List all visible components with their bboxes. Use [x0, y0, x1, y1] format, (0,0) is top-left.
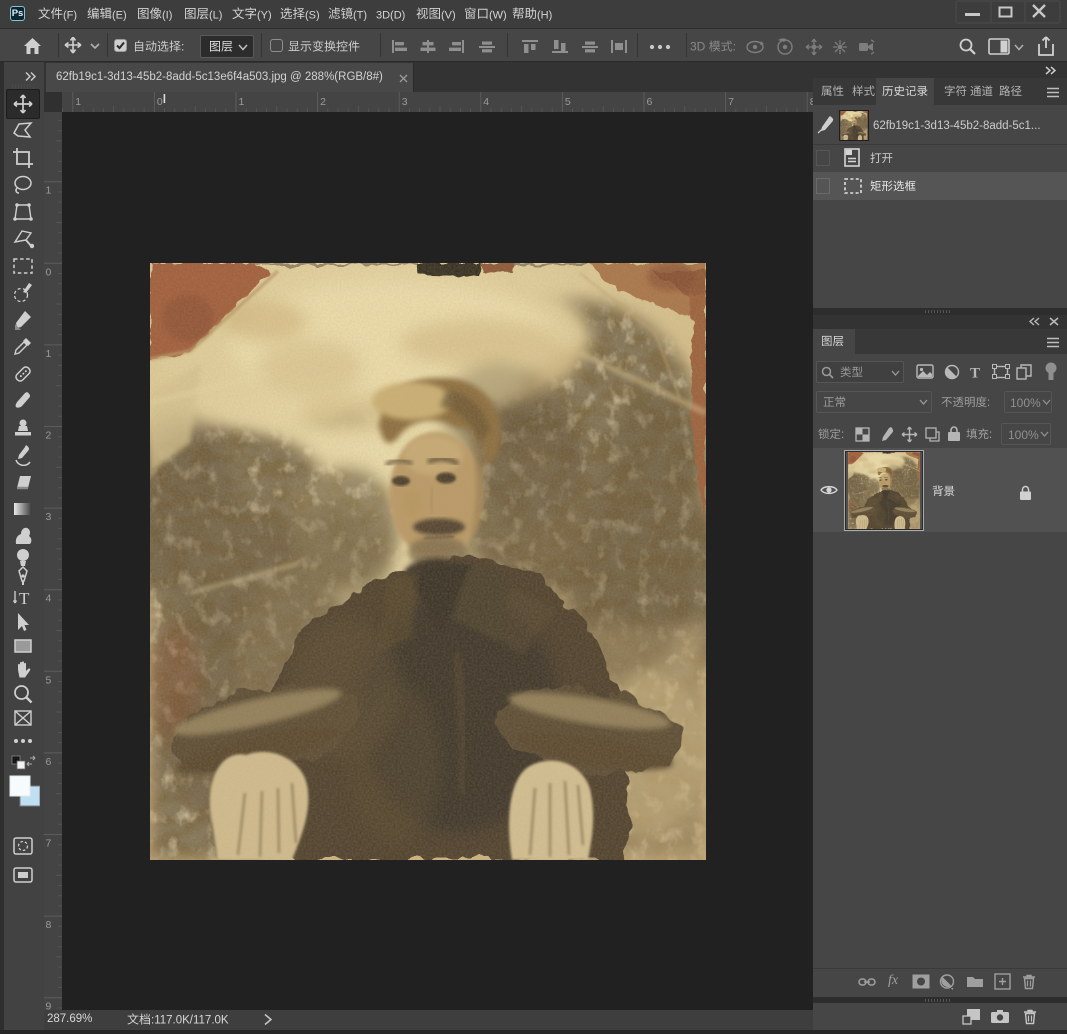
svg-text::117.0K/117.0K: :117.0K/117.0K — [151, 1015, 229, 1027]
svg-text:6: 6 — [647, 96, 653, 108]
svg-text:(W): (W) — [489, 9, 507, 21]
svg-text:9: 9 — [46, 1001, 52, 1010]
svg-text:3D(D): 3D(D) — [376, 9, 405, 21]
svg-text::: : — [987, 397, 990, 409]
svg-text:7: 7 — [46, 838, 52, 850]
svg-text:(I): (I) — [162, 9, 172, 21]
svg-text:T: T — [970, 366, 980, 381]
svg-text:7: 7 — [728, 96, 734, 108]
svg-text:1: 1 — [46, 185, 52, 197]
svg-text::: : — [181, 40, 184, 54]
svg-text:(F): (F) — [63, 9, 77, 21]
svg-text:4: 4 — [46, 593, 52, 605]
svg-text:(H): (H) — [537, 9, 552, 21]
svg-text:2: 2 — [46, 430, 52, 442]
svg-text:8: 8 — [46, 919, 52, 931]
svg-text:1: 1 — [46, 348, 52, 360]
svg-text::: : — [841, 429, 844, 441]
svg-text::: : — [989, 429, 992, 441]
svg-text:0: 0 — [157, 96, 163, 108]
svg-text:T: T — [19, 589, 30, 608]
svg-text:3: 3 — [46, 511, 52, 523]
svg-text:(Y): (Y) — [257, 9, 272, 21]
svg-text:0: 0 — [46, 266, 52, 278]
svg-text:3: 3 — [402, 96, 408, 108]
svg-text:3D: 3D — [690, 40, 706, 54]
svg-text:4: 4 — [483, 96, 489, 108]
svg-text:(E): (E) — [112, 9, 127, 21]
svg-text:1: 1 — [75, 96, 81, 108]
svg-text:(S): (S) — [305, 9, 320, 21]
svg-text:5: 5 — [565, 96, 571, 108]
svg-text::: : — [733, 40, 736, 54]
svg-text:(L): (L) — [209, 9, 222, 21]
svg-text:2: 2 — [320, 96, 326, 108]
svg-text:(V): (V) — [441, 9, 456, 21]
svg-text:5: 5 — [46, 674, 52, 686]
svg-text:6: 6 — [46, 756, 52, 768]
svg-text:(T): (T) — [353, 9, 367, 21]
svg-text:1: 1 — [239, 96, 245, 108]
